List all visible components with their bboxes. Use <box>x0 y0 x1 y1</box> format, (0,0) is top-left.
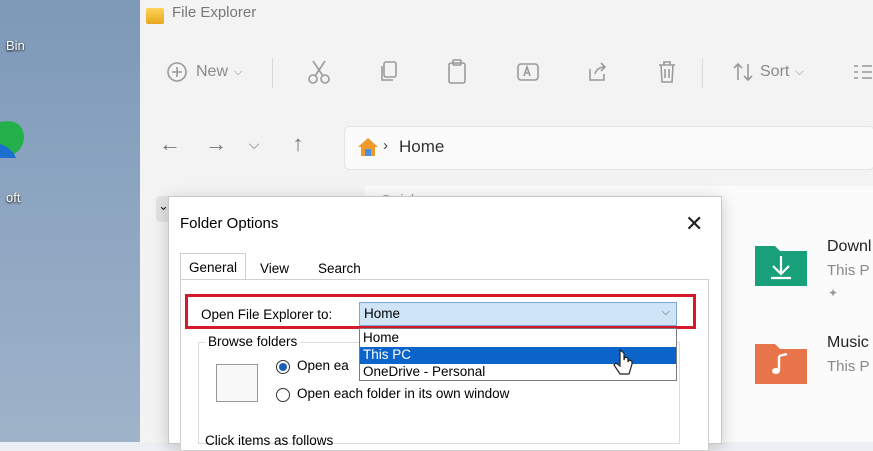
desktop-label-microsoft[interactable]: oft <box>6 190 20 205</box>
sort-button[interactable]: Sort ⌵ <box>732 56 804 88</box>
share-icon <box>589 62 607 81</box>
edge-icon[interactable] <box>0 118 26 160</box>
tab-view[interactable]: View <box>254 259 295 278</box>
window-title: File Explorer <box>172 4 257 21</box>
share-button[interactable] <box>586 56 608 88</box>
annotation-highlight-box <box>185 294 696 329</box>
folder-icon <box>146 8 164 24</box>
command-bar: New ⌵ Sort ⌵ <box>140 44 873 102</box>
recent-locations-button[interactable]: ⌵ <box>240 130 268 158</box>
forward-button[interactable]: → <box>202 130 230 158</box>
click-items-label: Click items as follows <box>205 433 334 448</box>
toolbar-divider <box>702 58 703 88</box>
desktop: Bin oft <box>0 0 140 442</box>
dialog-title: Folder Options <box>180 215 279 232</box>
dropdown-option-home[interactable]: Home <box>360 330 676 347</box>
up-button[interactable]: ↑ <box>284 130 312 158</box>
new-button[interactable]: New ⌵ <box>166 56 242 88</box>
browse-preview-image <box>216 364 258 402</box>
pin-icon: ✦ <box>828 286 839 300</box>
paste-button[interactable] <box>446 56 468 88</box>
address-bar-row: ← → ⌵ ↑ › Home <box>140 118 873 174</box>
mouse-pointer-icon <box>613 348 633 375</box>
tile-name: Downl <box>827 238 872 255</box>
delete-icon <box>659 61 675 83</box>
chevron-down-icon: ⌵ <box>234 65 243 78</box>
plus-circle-icon <box>167 62 187 82</box>
copy-icon <box>381 61 397 81</box>
music-folder-icon <box>755 344 807 384</box>
tile-name: Music <box>827 334 869 351</box>
rename-button[interactable] <box>516 56 540 88</box>
view-button[interactable] <box>852 56 872 88</box>
tile-location: This P <box>827 262 870 279</box>
paste-icon <box>448 59 466 84</box>
radio-same-window[interactable] <box>276 360 290 374</box>
copy-button[interactable] <box>378 56 400 88</box>
tile-location: This P <box>827 358 870 375</box>
radio-same-window-label[interactable]: Open ea <box>297 358 349 373</box>
new-label: New <box>196 63 229 80</box>
address-bar[interactable]: › Home <box>344 126 873 170</box>
delete-button[interactable] <box>656 56 678 88</box>
tab-search[interactable]: Search <box>312 259 367 278</box>
cut-button[interactable] <box>308 56 330 88</box>
radio-own-window[interactable] <box>276 388 290 402</box>
browse-folders-label: Browse folders <box>205 334 301 349</box>
rename-icon <box>517 63 539 81</box>
desktop-label-recycle-bin[interactable]: Bin <box>6 38 25 53</box>
toolbar-divider <box>272 58 273 88</box>
downloads-folder-icon <box>755 246 807 286</box>
breadcrumb-separator: › <box>383 137 388 154</box>
back-button[interactable]: ← <box>156 130 184 158</box>
chevron-down-icon: ⌵ <box>795 65 804 78</box>
tab-general[interactable]: General <box>180 253 247 279</box>
breadcrumb-home[interactable]: Home <box>399 137 444 157</box>
title-bar: File Explorer <box>140 0 873 32</box>
radio-own-window-label[interactable]: Open each folder in its own window <box>297 386 509 401</box>
cut-icon <box>308 60 330 84</box>
close-icon[interactable]: ✕ <box>685 211 703 237</box>
sort-label: Sort <box>760 63 790 80</box>
sort-icon <box>733 62 753 82</box>
view-icon <box>854 65 872 79</box>
home-icon <box>358 138 378 156</box>
